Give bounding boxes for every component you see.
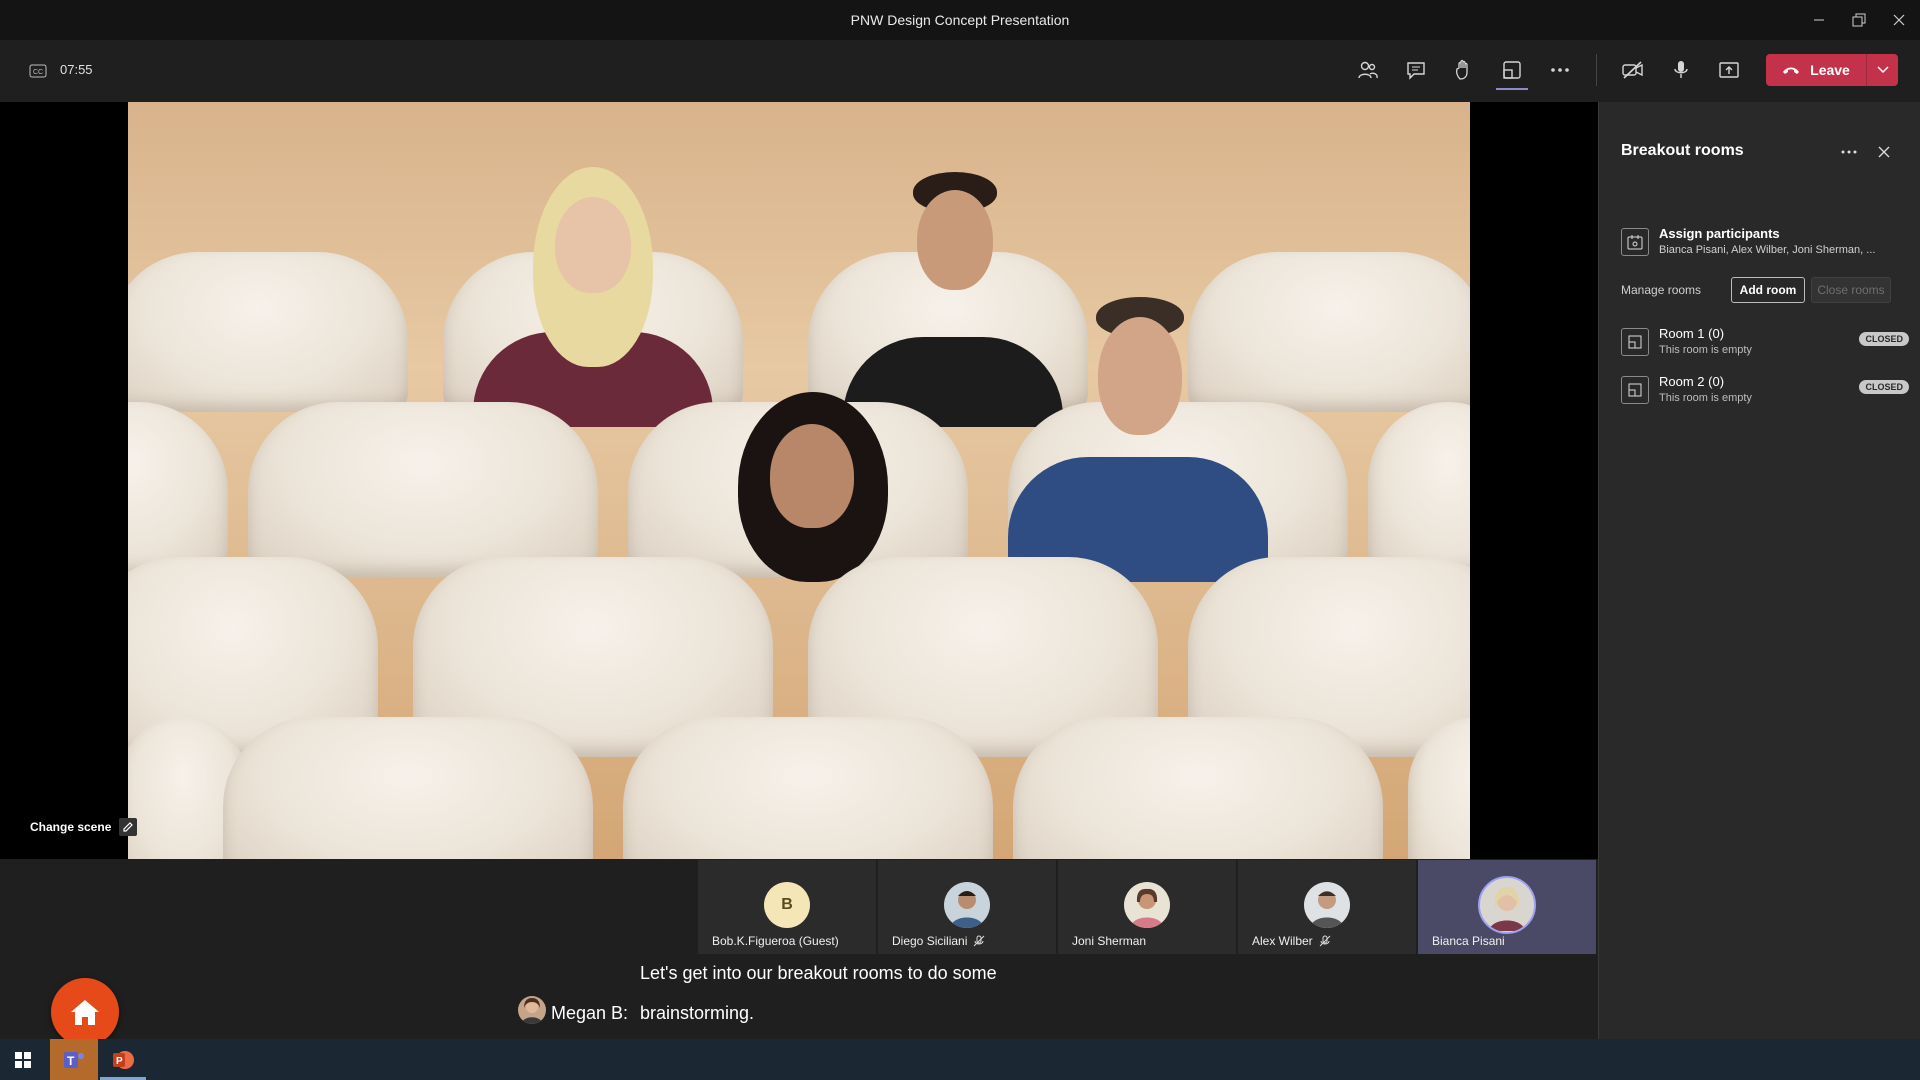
seat [223, 717, 593, 859]
participant-name: Joni Sherman [1072, 934, 1147, 948]
breakout-rooms-panel: Breakout rooms Assign participants Bianc… [1598, 102, 1920, 1039]
mic-muted-icon [974, 935, 985, 947]
avatar: B [764, 882, 810, 928]
seat [128, 252, 408, 412]
participant-tile[interactable]: Alex Wilber [1238, 860, 1416, 954]
close-rooms-button[interactable]: Close rooms [1811, 277, 1891, 303]
more-icon[interactable] [1540, 50, 1580, 90]
manage-rooms-label: Manage rooms [1621, 283, 1702, 297]
seat [128, 402, 228, 577]
chevron-down-icon [1877, 66, 1889, 74]
seat [623, 717, 993, 859]
powerpoint-taskbar-icon[interactable]: P [100, 1039, 146, 1080]
assign-icon [1621, 228, 1649, 256]
svg-text:P: P [116, 1056, 123, 1067]
caption-speaker: Megan B: [551, 1003, 629, 1023]
assign-subtitle: Bianca Pisani, Alex Wilber, Joni Sherman… [1659, 244, 1876, 256]
toolbar-divider [1596, 54, 1597, 86]
svg-text:T: T [67, 1054, 75, 1068]
raise-hand-icon[interactable] [1444, 50, 1484, 90]
camera-off-icon[interactable] [1613, 50, 1653, 90]
microphone-icon[interactable] [1661, 50, 1701, 90]
teams-taskbar-icon[interactable]: T [50, 1039, 98, 1080]
leave-options-button[interactable] [1866, 54, 1899, 86]
together-mode-scene [128, 102, 1470, 859]
room-name: Room 1 (0) [1659, 326, 1725, 341]
home-button[interactable] [51, 978, 119, 1046]
caption-line-1: Let's get into our breakout rooms to do … [640, 963, 997, 983]
change-scene-button[interactable]: Change scene [30, 816, 138, 838]
participant-tile[interactable]: Joni Sherman [1058, 860, 1236, 954]
leave-label: Leave [1810, 62, 1850, 78]
panel-close-icon[interactable] [1872, 140, 1896, 164]
participant-tile[interactable]: Diego Siciliani [878, 860, 1056, 954]
room-icon [1621, 376, 1649, 404]
participant-name: Bianca Pisani [1432, 934, 1505, 948]
participant-video-alex [1008, 297, 1268, 582]
participant-name: Alex Wilber [1252, 934, 1313, 948]
status-badge: CLOSED [1859, 332, 1909, 346]
leave-main[interactable]: Leave [1766, 54, 1866, 86]
participant-tile-active[interactable]: Bianca Pisani [1418, 860, 1596, 954]
participant-name: Bob.K.Figueroa (Guest) [712, 934, 839, 948]
captions-icon[interactable]: CC [24, 60, 52, 82]
participant-name: Diego Siciliani [892, 934, 968, 948]
add-room-button[interactable]: Add room [1731, 277, 1805, 303]
home-icon [71, 1000, 99, 1025]
participant-video-bianca [463, 167, 723, 427]
active-tab-indicator [1496, 88, 1528, 90]
meeting-timer: 07:55 [60, 62, 93, 77]
close-window-button[interactable] [1876, 0, 1920, 40]
room-icon [1621, 328, 1649, 356]
participant-tile[interactable]: B Bob.K.Figueroa (Guest) [698, 860, 876, 954]
assign-title: Assign participants [1659, 226, 1780, 241]
caption-line-2: brainstorming. [640, 1003, 755, 1023]
avatar [1304, 882, 1350, 928]
participant-strip: B Bob.K.Figueroa (Guest) Diego Siciliani… [698, 860, 1598, 954]
window-title: PNW Design Concept Presentation [850, 12, 1070, 28]
avatar [944, 882, 990, 928]
breakout-rooms-icon[interactable] [1492, 50, 1532, 90]
room-item[interactable]: Room 1 (0) This room is empty CLOSED [1621, 324, 1909, 364]
taskbar: T P [0, 1039, 1920, 1080]
phone-hangup-icon [1782, 62, 1800, 78]
svg-text:CC: CC [33, 69, 43, 76]
chat-icon[interactable] [1396, 50, 1436, 90]
speaker-avatar [518, 996, 546, 1024]
pencil-icon [119, 818, 138, 836]
panel-more-icon[interactable] [1837, 140, 1861, 164]
windows-start-icon[interactable] [0, 1039, 46, 1080]
avatar-speaking [1478, 876, 1536, 934]
panel-title: Breakout rooms [1621, 142, 1744, 159]
room-status: This room is empty [1659, 392, 1752, 404]
seat [1013, 717, 1383, 859]
participant-video-joni [708, 392, 918, 582]
meeting-toolbar: CC 07:55 [0, 40, 1920, 102]
assign-participants-button[interactable]: Assign participants Bianca Pisani, Alex … [1621, 224, 1909, 264]
title-bar: PNW Design Concept Presentation [0, 0, 1920, 41]
mic-muted-icon [1319, 935, 1331, 947]
room-item[interactable]: Room 2 (0) This room is empty CLOSED [1621, 372, 1909, 412]
seat [248, 402, 598, 577]
leave-button[interactable]: Leave [1766, 54, 1898, 86]
share-icon[interactable] [1709, 50, 1749, 90]
room-name: Room 2 (0) [1659, 374, 1725, 389]
seat [1368, 402, 1470, 577]
status-badge: CLOSED [1859, 380, 1909, 394]
participants-icon[interactable] [1348, 50, 1388, 90]
change-scene-label: Change scene [30, 820, 112, 834]
room-status: This room is empty [1659, 344, 1752, 356]
avatar [1124, 882, 1170, 928]
